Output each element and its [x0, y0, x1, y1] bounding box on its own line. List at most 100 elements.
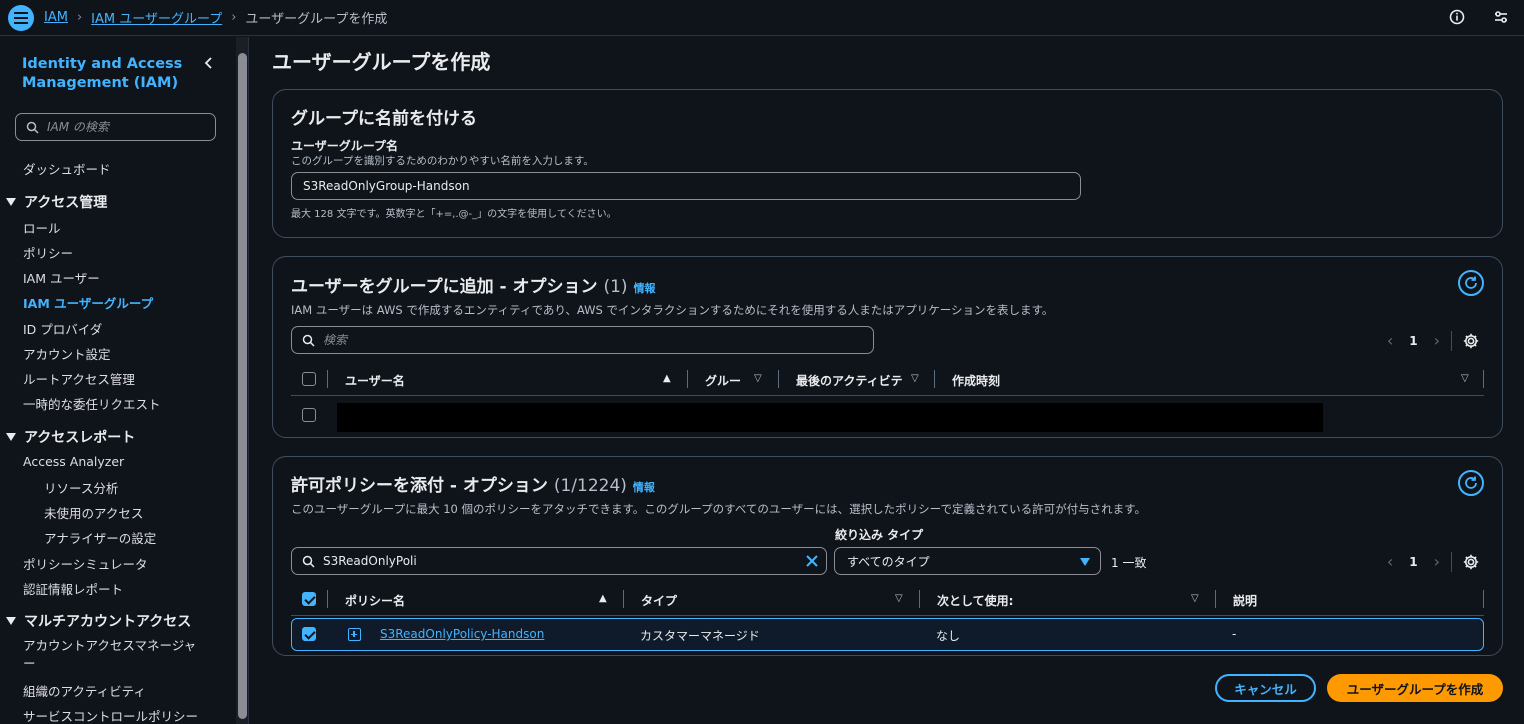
- sidebar-item-unused-access[interactable]: 未使用のアクセス: [44, 503, 143, 522]
- users-page-number[interactable]: 1: [1409, 334, 1417, 348]
- user-row-checkbox[interactable]: [302, 408, 316, 422]
- menu-button[interactable]: [8, 4, 34, 31]
- policies-count: (1/1224): [553, 476, 627, 496]
- match-count: 1 一致: [1111, 556, 1147, 570]
- caret-down-icon: [1080, 558, 1090, 566]
- caret-down-icon: [6, 433, 16, 441]
- table-row[interactable]: S3ReadOnlyPolicy-Handson カスタマーマネージド なし -: [291, 618, 1484, 651]
- policies-info-link[interactable]: 情報: [633, 481, 655, 494]
- sidebar-section-multi-account[interactable]: マルチアカウントアクセス: [6, 611, 191, 631]
- cancel-button[interactable]: キャンセル: [1215, 674, 1316, 702]
- policies-search-input[interactable]: [323, 554, 763, 568]
- policy-row-checkbox[interactable]: [302, 627, 316, 641]
- group-name-hint: 最大 128 文字です。英数字と「+=,.@-_」の文字を使用してください。: [291, 209, 617, 220]
- sidebar-search-input[interactable]: [47, 120, 207, 134]
- chevron-right-icon[interactable]: ›: [1434, 552, 1440, 571]
- sort-icon[interactable]: ▽: [895, 593, 903, 604]
- users-search[interactable]: [291, 326, 874, 354]
- sidebar: Identity and Access Management (IAM) ダッシ…: [0, 37, 236, 724]
- sidebar-scrollbar[interactable]: [236, 37, 249, 724]
- chevron-left-icon[interactable]: ‹: [1387, 552, 1393, 571]
- filter-type-select[interactable]: すべてのタイプ: [834, 547, 1101, 575]
- sidebar-item-temporary-delegation[interactable]: 一時的な委任リクエスト: [23, 394, 161, 413]
- sort-icon[interactable]: ▽: [1191, 593, 1199, 604]
- sidebar-item-resource-analysis[interactable]: リソース分析: [44, 478, 118, 497]
- group-name-input[interactable]: [291, 172, 1081, 200]
- column-user-name[interactable]: ユーザー名: [345, 372, 405, 389]
- column-last-activity[interactable]: 最後のアクティビテ: [796, 372, 906, 389]
- group-name-sublabel: このグループを識別するためのわかりやすい名前を入力します。: [291, 155, 594, 167]
- chevron-right-icon: ›: [76, 10, 83, 25]
- sidebar-item-analyzer-settings[interactable]: アナライザーの設定: [44, 528, 156, 547]
- breadcrumb-user-groups[interactable]: IAM ユーザーグループ: [91, 8, 222, 27]
- column-groups[interactable]: グルー: [705, 372, 745, 389]
- settings-toggle-icon[interactable]: [1492, 8, 1510, 26]
- sidebar-search[interactable]: [15, 113, 216, 141]
- sidebar-item-credential-report[interactable]: 認証情報レポート: [23, 579, 123, 598]
- pager-divider: [1451, 331, 1452, 351]
- scrollbar-thumb[interactable]: [238, 53, 247, 719]
- sort-icon[interactable]: ▽: [911, 373, 919, 384]
- search-icon: [302, 555, 315, 568]
- column-policy-name[interactable]: ポリシー名: [345, 592, 405, 609]
- sidebar-item-identity-providers[interactable]: ID プロバイダ: [23, 319, 102, 338]
- policies-page-number[interactable]: 1: [1409, 555, 1417, 569]
- column-used-as[interactable]: 次として使用:: [937, 592, 1013, 609]
- hamburger-icon: [14, 11, 28, 24]
- search-icon: [26, 121, 39, 134]
- users-refresh-button[interactable]: [1458, 270, 1484, 296]
- sidebar-title[interactable]: Identity and Access Management (IAM): [22, 55, 192, 93]
- users-count: (1): [603, 277, 628, 297]
- sidebar-item-dashboard[interactable]: ダッシュボード: [23, 159, 111, 178]
- collapse-chevron-icon[interactable]: [201, 55, 215, 71]
- sidebar-item-root-access[interactable]: ルートアクセス管理: [23, 369, 135, 388]
- users-info-link[interactable]: 情報: [634, 282, 656, 295]
- sidebar-item-users[interactable]: IAM ユーザー: [23, 268, 100, 287]
- sidebar-section-access-management[interactable]: アクセス管理: [6, 192, 107, 212]
- sidebar-item-user-groups[interactable]: IAM ユーザーグループ: [23, 293, 153, 312]
- attach-policies-panel-title: 許可ポリシーを添付 - オプション (1/1224) 情報: [291, 476, 655, 496]
- sort-ascending-icon[interactable]: ▲: [663, 373, 671, 384]
- sidebar-item-policies[interactable]: ポリシー: [23, 243, 73, 262]
- expand-plus-icon[interactable]: [348, 628, 361, 641]
- column-divider: [1483, 590, 1484, 608]
- gear-icon[interactable]: [1462, 332, 1480, 350]
- sidebar-item-roles[interactable]: ロール: [23, 218, 61, 237]
- sort-icon[interactable]: ▽: [754, 373, 762, 384]
- breadcrumb-current: ユーザーグループを作成: [245, 12, 388, 27]
- chevron-left-icon[interactable]: ‹: [1387, 331, 1393, 350]
- column-description[interactable]: 説明: [1233, 592, 1257, 609]
- sidebar-item-scp[interactable]: サービスコントロールポリシー: [23, 706, 198, 724]
- sort-icon[interactable]: ▽: [1461, 373, 1469, 384]
- sidebar-item-org-activity[interactable]: 組織のアクティビティ: [23, 681, 146, 700]
- create-user-group-button[interactable]: ユーザーグループを作成: [1327, 674, 1503, 702]
- column-divider: [778, 370, 779, 388]
- caret-down-icon: [6, 617, 16, 625]
- policies-pagination: ‹ 1 ›: [1387, 552, 1440, 571]
- clear-icon[interactable]: [804, 553, 820, 569]
- info-circle-icon[interactable]: [1448, 8, 1466, 26]
- gear-icon[interactable]: [1462, 553, 1480, 571]
- policies-select-all-checkbox[interactable]: [302, 592, 316, 606]
- sidebar-item-account-access-manager[interactable]: アカウントアクセスマネージャー: [23, 637, 205, 673]
- policy-description: -: [1232, 627, 1237, 641]
- policy-type: カスタマーマネージド: [640, 629, 760, 643]
- users-search-input[interactable]: [323, 333, 763, 347]
- column-creation-time[interactable]: 作成時刻: [952, 372, 1000, 389]
- filter-type-value: すべてのタイプ: [847, 554, 930, 569]
- sidebar-item-account-settings[interactable]: アカウント設定: [23, 344, 111, 363]
- pager-divider: [1451, 552, 1452, 572]
- policies-refresh-button[interactable]: [1458, 470, 1484, 496]
- refresh-icon: [1465, 276, 1477, 289]
- sidebar-item-access-analyzer[interactable]: Access Analyzer: [23, 454, 124, 469]
- policy-name-link[interactable]: S3ReadOnlyPolicy-Handson: [380, 627, 544, 641]
- column-type[interactable]: タイプ: [641, 592, 677, 609]
- chevron-right-icon[interactable]: ›: [1434, 331, 1440, 350]
- group-name-panel-title: グループに名前を付ける: [291, 109, 477, 129]
- sidebar-item-policy-simulator[interactable]: ポリシーシミュレータ: [23, 554, 148, 573]
- users-select-all-checkbox[interactable]: [302, 372, 316, 386]
- policies-search[interactable]: [291, 547, 827, 575]
- sort-ascending-icon[interactable]: ▲: [599, 593, 607, 604]
- sidebar-section-access-reports[interactable]: アクセスレポート: [6, 427, 135, 447]
- breadcrumb-iam[interactable]: IAM: [44, 10, 68, 25]
